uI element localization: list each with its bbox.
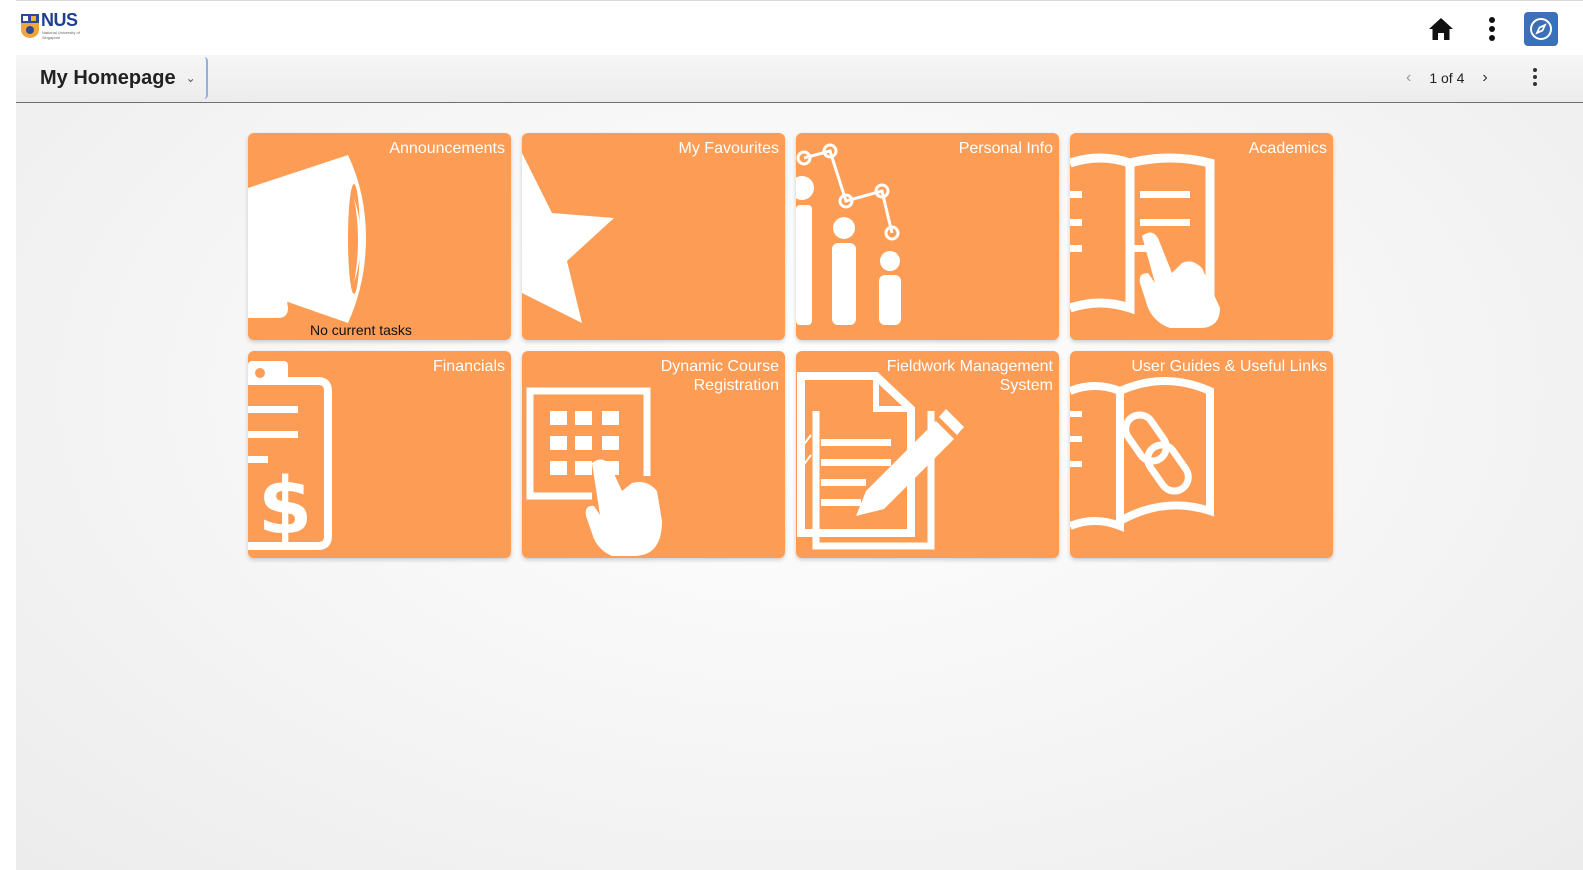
- tile-title: Dynamic Course Registration: [660, 358, 779, 394]
- tile-title: My Favourites: [678, 140, 779, 157]
- tile-personal-info[interactable]: Personal Info: [796, 133, 1059, 340]
- navbar-button[interactable]: [1524, 12, 1558, 46]
- app-frame: NUS National University of Singapore My …: [16, 0, 1583, 870]
- nus-logo[interactable]: NUS National University of Singapore: [20, 10, 100, 43]
- tile-title: Personal Info: [958, 140, 1053, 157]
- home-button[interactable]: [1425, 13, 1457, 45]
- book-link-icon: [1070, 377, 1214, 532]
- previous-page-icon[interactable]: ‹: [1406, 69, 1411, 87]
- tile-announcements[interactable]: Announcements No current tasks: [248, 133, 511, 340]
- chevron-down-icon: ⌄: [185, 71, 196, 85]
- tile-academics[interactable]: Academics: [1070, 133, 1333, 340]
- tile-user-guides-useful-links[interactable]: User Guides & Useful Links: [1070, 351, 1333, 558]
- invoice-dollar-icon: $: [248, 361, 332, 552]
- brand-subtitle: National University of Singapore: [42, 30, 80, 40]
- tile-title: Fieldwork Management System: [886, 358, 1053, 394]
- brand-header: NUS National University of Singapore: [16, 0, 1583, 56]
- tile-status-text: No current tasks: [310, 322, 412, 338]
- page-header: My Homepage ⌄ ‹ 1 of 4 ›: [16, 55, 1583, 103]
- actions-menu-button[interactable]: [1476, 13, 1508, 45]
- more-vertical-icon: [1489, 17, 1495, 41]
- brand-name: NUS: [41, 10, 78, 30]
- compass-icon: [1530, 18, 1552, 40]
- crest-icon: [21, 14, 39, 38]
- tile-title: User Guides & Useful Links: [1131, 358, 1327, 375]
- tile-fieldwork-management-system[interactable]: Fieldwork Management System: [796, 351, 1059, 558]
- page-title: My Homepage: [40, 66, 176, 89]
- more-vertical-icon: [1533, 68, 1537, 86]
- homepage-selector[interactable]: My Homepage ⌄: [30, 57, 208, 99]
- tile-title: Academics: [1248, 140, 1327, 157]
- tile-dynamic-course-registration[interactable]: Dynamic Course Registration: [522, 351, 785, 558]
- next-page-icon[interactable]: ›: [1482, 69, 1487, 87]
- homepage-pager: ‹ 1 of 4 ›: [1406, 69, 1488, 87]
- tile-grid: Announcements No current tasks My Favour…: [248, 133, 1338, 563]
- book-touch-icon: [1070, 153, 1220, 328]
- page-actions-button[interactable]: [1532, 67, 1538, 92]
- star-icon: [522, 153, 614, 323]
- tile-title: Announcements: [389, 140, 505, 157]
- pager-text: 1 of 4: [1429, 70, 1465, 86]
- tile-title: Financials: [432, 358, 505, 375]
- home-icon: [1429, 18, 1453, 40]
- megaphone-icon: [248, 155, 366, 323]
- people-chart-icon: [796, 143, 901, 325]
- tile-my-favourites[interactable]: My Favourites: [522, 133, 785, 340]
- svg-text:$: $: [258, 462, 312, 552]
- tile-financials[interactable]: $ Financials: [248, 351, 511, 558]
